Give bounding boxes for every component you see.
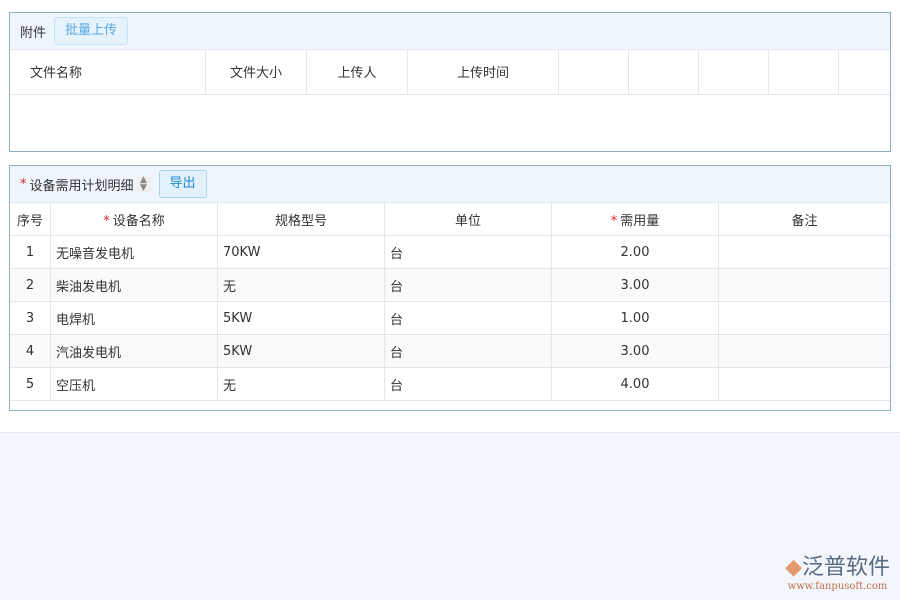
batch-upload-button[interactable]: 批量上传 [54,17,128,45]
quantity: 4.00 [552,368,719,401]
col-index: 序号 [10,203,51,236]
quantity: 3.00 [552,335,719,368]
col-spec: 规格型号 [218,203,385,236]
table-row[interactable]: 3电焊机5KW台1.00 [10,302,890,335]
content-area: 附件批量上传 文件名称 文件大小 上传人 上传时间 *设备需用计划明细▲▼导出 … [0,0,900,433]
row-index: 3 [10,302,51,335]
plan-table: 序号 *设备名称 规格型号 单位 *需用量 备注 1无噪音发电机70KW台2.0… [10,203,890,401]
col-file-size: 文件大小 [206,50,307,94]
row-index: 2 [10,269,51,302]
equipment-name: 无噪音发电机 [51,236,218,269]
table-row[interactable]: 2柴油发电机无台3.00 [10,269,890,302]
col-uploader: 上传人 [307,50,408,94]
remark [719,236,891,269]
attachments-table: 文件名称 文件大小 上传人 上传时间 [10,50,890,95]
table-row[interactable]: 5空压机无台4.00 [10,368,890,401]
spec: 无 [218,269,385,302]
row-index: 1 [10,236,51,269]
attachments-title: 附件 [20,22,46,41]
spec: 5KW [218,335,385,368]
col-equipment-name: 设备名称 [113,214,165,229]
col-remark: 备注 [719,203,891,236]
spec: 无 [218,368,385,401]
quantity: 3.00 [552,269,719,302]
unit: 台 [385,335,552,368]
unit: 台 [385,368,552,401]
remark [719,269,891,302]
remark [719,302,891,335]
export-button[interactable]: 导出 [159,170,207,198]
col-upload-time: 上传时间 [408,50,559,94]
unit: 台 [385,236,552,269]
row-index: 4 [10,335,51,368]
col-file-name: 文件名称 [10,50,206,94]
quantity: 1.00 [552,302,719,335]
attachments-panel: 附件批量上传 文件名称 文件大小 上传人 上传时间 [9,12,891,152]
col-quantity: 需用量 [620,214,659,229]
remark [719,368,891,401]
remark [719,335,891,368]
quantity: 2.00 [552,236,719,269]
equipment-name: 空压机 [51,368,218,401]
sort-icon[interactable]: ▲▼ [137,176,151,192]
unit: 台 [385,302,552,335]
col-unit: 单位 [385,203,552,236]
unit: 台 [385,269,552,302]
equipment-name: 柴油发电机 [51,269,218,302]
plan-title: 设备需用计划明细 [30,175,134,194]
spec: 5KW [218,302,385,335]
table-row[interactable]: 4汽油发电机5KW台3.00 [10,335,890,368]
fanpusoft-logo: ◆泛普软件 www.fanpusoft.com [785,549,890,592]
plan-panel: *设备需用计划明细▲▼导出 序号 *设备名称 规格型号 单位 *需用量 备注 1… [9,165,891,411]
equipment-name: 汽油发电机 [51,335,218,368]
row-index: 5 [10,368,51,401]
spec: 70KW [218,236,385,269]
table-row[interactable]: 1无噪音发电机70KW台2.00 [10,236,890,269]
equipment-name: 电焊机 [51,302,218,335]
